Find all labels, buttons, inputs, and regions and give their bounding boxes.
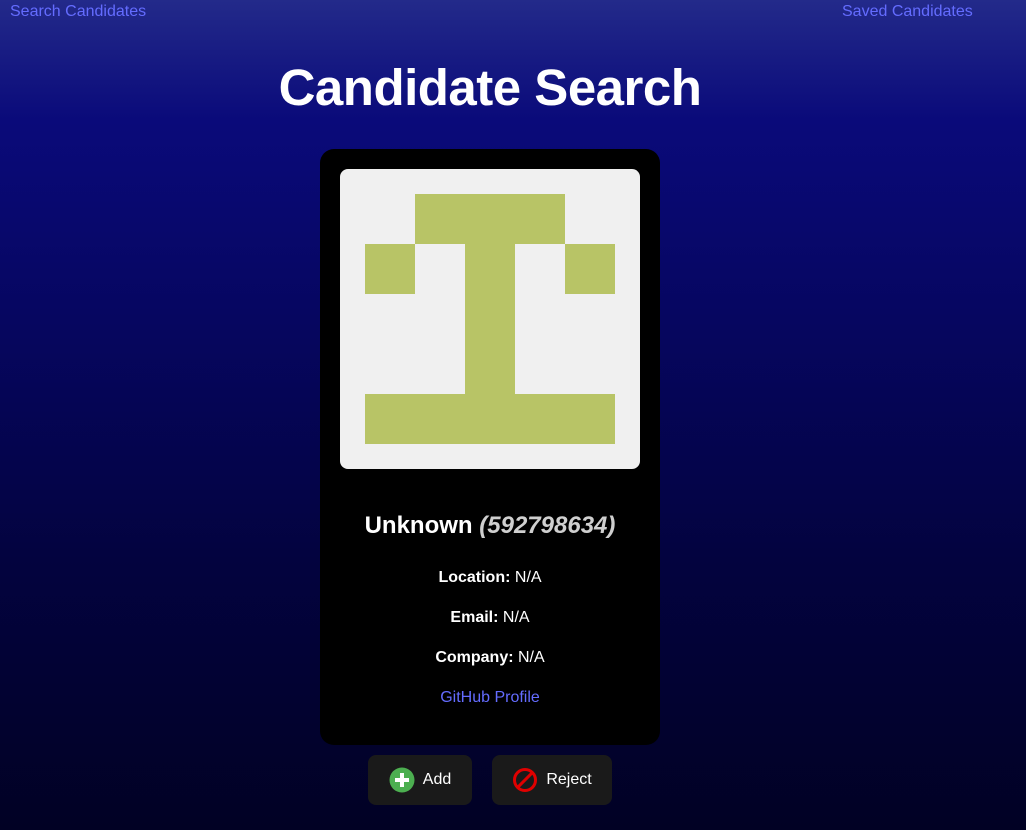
candidate-name: Unknown [364,512,473,539]
github-profile-link[interactable]: GitHub Profile [320,688,660,708]
candidate-location: Location: N/A [320,568,660,588]
candidate-email: Email: N/A [320,608,660,628]
page-title: Candidate Search [278,59,702,116]
reject-button-label: Reject [546,771,592,788]
top-nav: Search Candidates Saved Candidates [0,0,1026,26]
company-value: N/A [518,649,545,666]
plus-circle-icon [389,767,415,793]
identicon-avatar-image [365,194,615,444]
nav-search-candidates-link[interactable]: Search Candidates [10,3,146,21]
add-button-label: Add [422,771,452,788]
reject-candidate-button[interactable]: Reject [492,755,612,805]
add-candidate-button[interactable]: Add [368,755,472,805]
email-label: Email: [450,609,499,626]
email-value: N/A [502,609,530,626]
candidate-card: Unknown (592798634) Location: N/A Email:… [320,149,660,745]
location-label: Location: [438,569,511,586]
no-entry-icon [512,767,538,793]
company-label: Company: [435,649,514,666]
candidate-company: Company: N/A [320,648,660,668]
nav-saved-candidates-link[interactable]: Saved Candidates [842,3,973,21]
candidate-avatar [340,169,640,469]
location-value: N/A [514,569,542,586]
candidate-login: (592798634) [479,512,616,539]
candidate-name-heading: Unknown (592798634) [320,511,660,541]
